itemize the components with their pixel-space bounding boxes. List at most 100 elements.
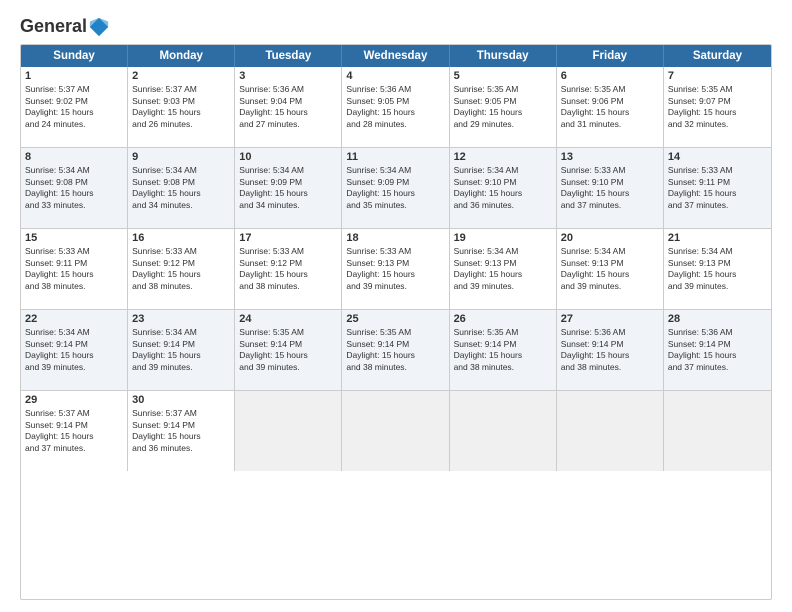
- calendar-cell: 2Sunrise: 5:37 AMSunset: 9:03 PMDaylight…: [128, 67, 235, 147]
- day-number: 10: [239, 151, 337, 163]
- calendar-cell: [450, 391, 557, 471]
- day-number: 28: [668, 313, 767, 325]
- day-number: 14: [668, 151, 767, 163]
- header: General: [20, 16, 772, 34]
- cell-info: Sunrise: 5:33 AMSunset: 9:10 PMDaylight:…: [561, 165, 659, 211]
- calendar-cell: 13Sunrise: 5:33 AMSunset: 9:10 PMDayligh…: [557, 148, 664, 228]
- day-number: 23: [132, 313, 230, 325]
- cell-info: Sunrise: 5:35 AMSunset: 9:06 PMDaylight:…: [561, 84, 659, 130]
- calendar-cell: 26 Sunrise: 5:35 AMSunset: 9:14 PMDayligh…: [450, 310, 557, 390]
- cell-info: Sunrise: 5:36 AMSunset: 9:14 PMDaylight:…: [668, 327, 767, 373]
- calendar-cell: [557, 391, 664, 471]
- calendar-cell: 6 Sunrise: 5:35 AMSunset: 9:06 PMDaylight…: [557, 67, 664, 147]
- calendar-cell: 29Sunrise: 5:37 AMSunset: 9:14 PMDayligh…: [21, 391, 128, 471]
- day-number: 12: [454, 151, 552, 163]
- cell-info: Sunrise: 5:33 AMSunset: 9:12 PMDaylight:…: [239, 246, 337, 292]
- day-number: 1: [25, 70, 123, 82]
- cell-info: Sunrise: 5:33 AMSunset: 9:13 PMDaylight:…: [346, 246, 444, 292]
- day-number: 6: [561, 70, 659, 82]
- cell-info: Sunrise: 5:35 AMSunset: 9:14 PMDaylight:…: [454, 327, 552, 373]
- day-number: 22: [25, 313, 123, 325]
- cell-info: Sunrise: 5:33 AMSunset: 9:11 PMDaylight:…: [25, 246, 123, 292]
- day-number: 18: [346, 232, 444, 244]
- calendar-row: 15 Sunrise: 5:33 AMSunset: 9:11 PMDayligh…: [21, 229, 771, 310]
- calendar-cell: 8 Sunrise: 5:34 AMSunset: 9:08 PMDaylight…: [21, 148, 128, 228]
- calendar-cell: 9Sunrise: 5:34 AMSunset: 9:08 PMDaylight…: [128, 148, 235, 228]
- weekday-header-monday: Monday: [128, 45, 235, 67]
- day-number: 15: [25, 232, 123, 244]
- day-number: 8: [25, 151, 123, 163]
- page: General SundayMondayTuesdayWednesdayThur…: [0, 0, 792, 612]
- cell-info: Sunrise: 5:37 AMSunset: 9:14 PMDaylight:…: [25, 408, 123, 454]
- day-number: 24: [239, 313, 337, 325]
- calendar-cell: 23 Sunrise: 5:34 AMSunset: 9:14 PMDayligh…: [128, 310, 235, 390]
- cell-info: Sunrise: 5:34 AMSunset: 9:10 PMDaylight:…: [454, 165, 552, 211]
- weekday-header-thursday: Thursday: [450, 45, 557, 67]
- cell-info: Sunrise: 5:35 AMSunset: 9:05 PMDaylight:…: [454, 84, 552, 130]
- calendar-cell: 17 Sunrise: 5:33 AMSunset: 9:12 PMDayligh…: [235, 229, 342, 309]
- day-number: 25: [346, 313, 444, 325]
- cell-info: Sunrise: 5:34 AMSunset: 9:13 PMDaylight:…: [454, 246, 552, 292]
- cell-info: Sunrise: 5:37 AMSunset: 9:02 PMDaylight:…: [25, 84, 123, 130]
- calendar-cell: [235, 391, 342, 471]
- cell-info: Sunrise: 5:34 AMSunset: 9:13 PMDaylight:…: [561, 246, 659, 292]
- day-number: 17: [239, 232, 337, 244]
- cell-info: Sunrise: 5:34 AMSunset: 9:14 PMDaylight:…: [25, 327, 123, 373]
- calendar-cell: 5Sunrise: 5:35 AMSunset: 9:05 PMDaylight…: [450, 67, 557, 147]
- calendar-cell: 25 Sunrise: 5:35 AMSunset: 9:14 PMDayligh…: [342, 310, 449, 390]
- cell-info: Sunrise: 5:33 AMSunset: 9:12 PMDaylight:…: [132, 246, 230, 292]
- cell-info: Sunrise: 5:35 AMSunset: 9:14 PMDaylight:…: [346, 327, 444, 373]
- calendar-cell: 19 Sunrise: 5:34 AMSunset: 9:13 PMDayligh…: [450, 229, 557, 309]
- calendar-cell: 16 Sunrise: 5:33 AMSunset: 9:12 PMDayligh…: [128, 229, 235, 309]
- day-number: 7: [668, 70, 767, 82]
- calendar-cell: 15 Sunrise: 5:33 AMSunset: 9:11 PMDayligh…: [21, 229, 128, 309]
- logo-general-text: General: [20, 16, 110, 38]
- calendar-cell: 21 Sunrise: 5:34 AMSunset: 9:13 PMDayligh…: [664, 229, 771, 309]
- weekday-header-friday: Friday: [557, 45, 664, 67]
- day-number: 21: [668, 232, 767, 244]
- cell-info: Sunrise: 5:36 AMSunset: 9:14 PMDaylight:…: [561, 327, 659, 373]
- cell-info: Sunrise: 5:34 AMSunset: 9:14 PMDaylight:…: [132, 327, 230, 373]
- cell-info: Sunrise: 5:35 AMSunset: 9:14 PMDaylight:…: [239, 327, 337, 373]
- calendar-cell: 14 Sunrise: 5:33 AMSunset: 9:11 PMDayligh…: [664, 148, 771, 228]
- cell-info: Sunrise: 5:34 AMSunset: 9:08 PMDaylight:…: [132, 165, 230, 211]
- day-number: 19: [454, 232, 552, 244]
- calendar-row: 8 Sunrise: 5:34 AMSunset: 9:08 PMDaylight…: [21, 148, 771, 229]
- calendar-header: SundayMondayTuesdayWednesdayThursdayFrid…: [21, 45, 771, 67]
- calendar-cell: 20 Sunrise: 5:34 AMSunset: 9:13 PMDayligh…: [557, 229, 664, 309]
- calendar-cell: [664, 391, 771, 471]
- day-number: 4: [346, 70, 444, 82]
- calendar-cell: 3 Sunrise: 5:36 AMSunset: 9:04 PMDaylight…: [235, 67, 342, 147]
- calendar-row: 29Sunrise: 5:37 AMSunset: 9:14 PMDayligh…: [21, 391, 771, 471]
- day-number: 27: [561, 313, 659, 325]
- calendar-cell: 4Sunrise: 5:36 AMSunset: 9:05 PMDaylight…: [342, 67, 449, 147]
- day-number: 3: [239, 70, 337, 82]
- calendar-row: 22 Sunrise: 5:34 AMSunset: 9:14 PMDayligh…: [21, 310, 771, 391]
- weekday-header-saturday: Saturday: [664, 45, 771, 67]
- day-number: 30: [132, 394, 230, 406]
- logo: General: [20, 16, 110, 34]
- calendar-row: 1 Sunrise: 5:37 AMSunset: 9:02 PMDaylight…: [21, 67, 771, 148]
- day-number: 11: [346, 151, 444, 163]
- day-number: 16: [132, 232, 230, 244]
- cell-info: Sunrise: 5:36 AMSunset: 9:04 PMDaylight:…: [239, 84, 337, 130]
- weekday-header-wednesday: Wednesday: [342, 45, 449, 67]
- weekday-header-tuesday: Tuesday: [235, 45, 342, 67]
- cell-info: Sunrise: 5:33 AMSunset: 9:11 PMDaylight:…: [668, 165, 767, 211]
- cell-info: Sunrise: 5:34 AMSunset: 9:09 PMDaylight:…: [346, 165, 444, 211]
- calendar-cell: 7 Sunrise: 5:35 AMSunset: 9:07 PMDaylight…: [664, 67, 771, 147]
- day-number: 26: [454, 313, 552, 325]
- cell-info: Sunrise: 5:34 AMSunset: 9:08 PMDaylight:…: [25, 165, 123, 211]
- calendar-cell: 24 Sunrise: 5:35 AMSunset: 9:14 PMDayligh…: [235, 310, 342, 390]
- calendar-cell: 18 Sunrise: 5:33 AMSunset: 9:13 PMDayligh…: [342, 229, 449, 309]
- calendar-cell: 27 Sunrise: 5:36 AMSunset: 9:14 PMDayligh…: [557, 310, 664, 390]
- day-number: 20: [561, 232, 659, 244]
- calendar-cell: 1 Sunrise: 5:37 AMSunset: 9:02 PMDaylight…: [21, 67, 128, 147]
- cell-info: Sunrise: 5:35 AMSunset: 9:07 PMDaylight:…: [668, 84, 767, 130]
- cell-info: Sunrise: 5:37 AMSunset: 9:14 PMDaylight:…: [132, 408, 230, 454]
- weekday-header-sunday: Sunday: [21, 45, 128, 67]
- cell-info: Sunrise: 5:34 AMSunset: 9:13 PMDaylight:…: [668, 246, 767, 292]
- calendar-body: 1 Sunrise: 5:37 AMSunset: 9:02 PMDaylight…: [21, 67, 771, 471]
- calendar-cell: 22 Sunrise: 5:34 AMSunset: 9:14 PMDayligh…: [21, 310, 128, 390]
- calendar-cell: 30 Sunrise: 5:37 AMSunset: 9:14 PMDayligh…: [128, 391, 235, 471]
